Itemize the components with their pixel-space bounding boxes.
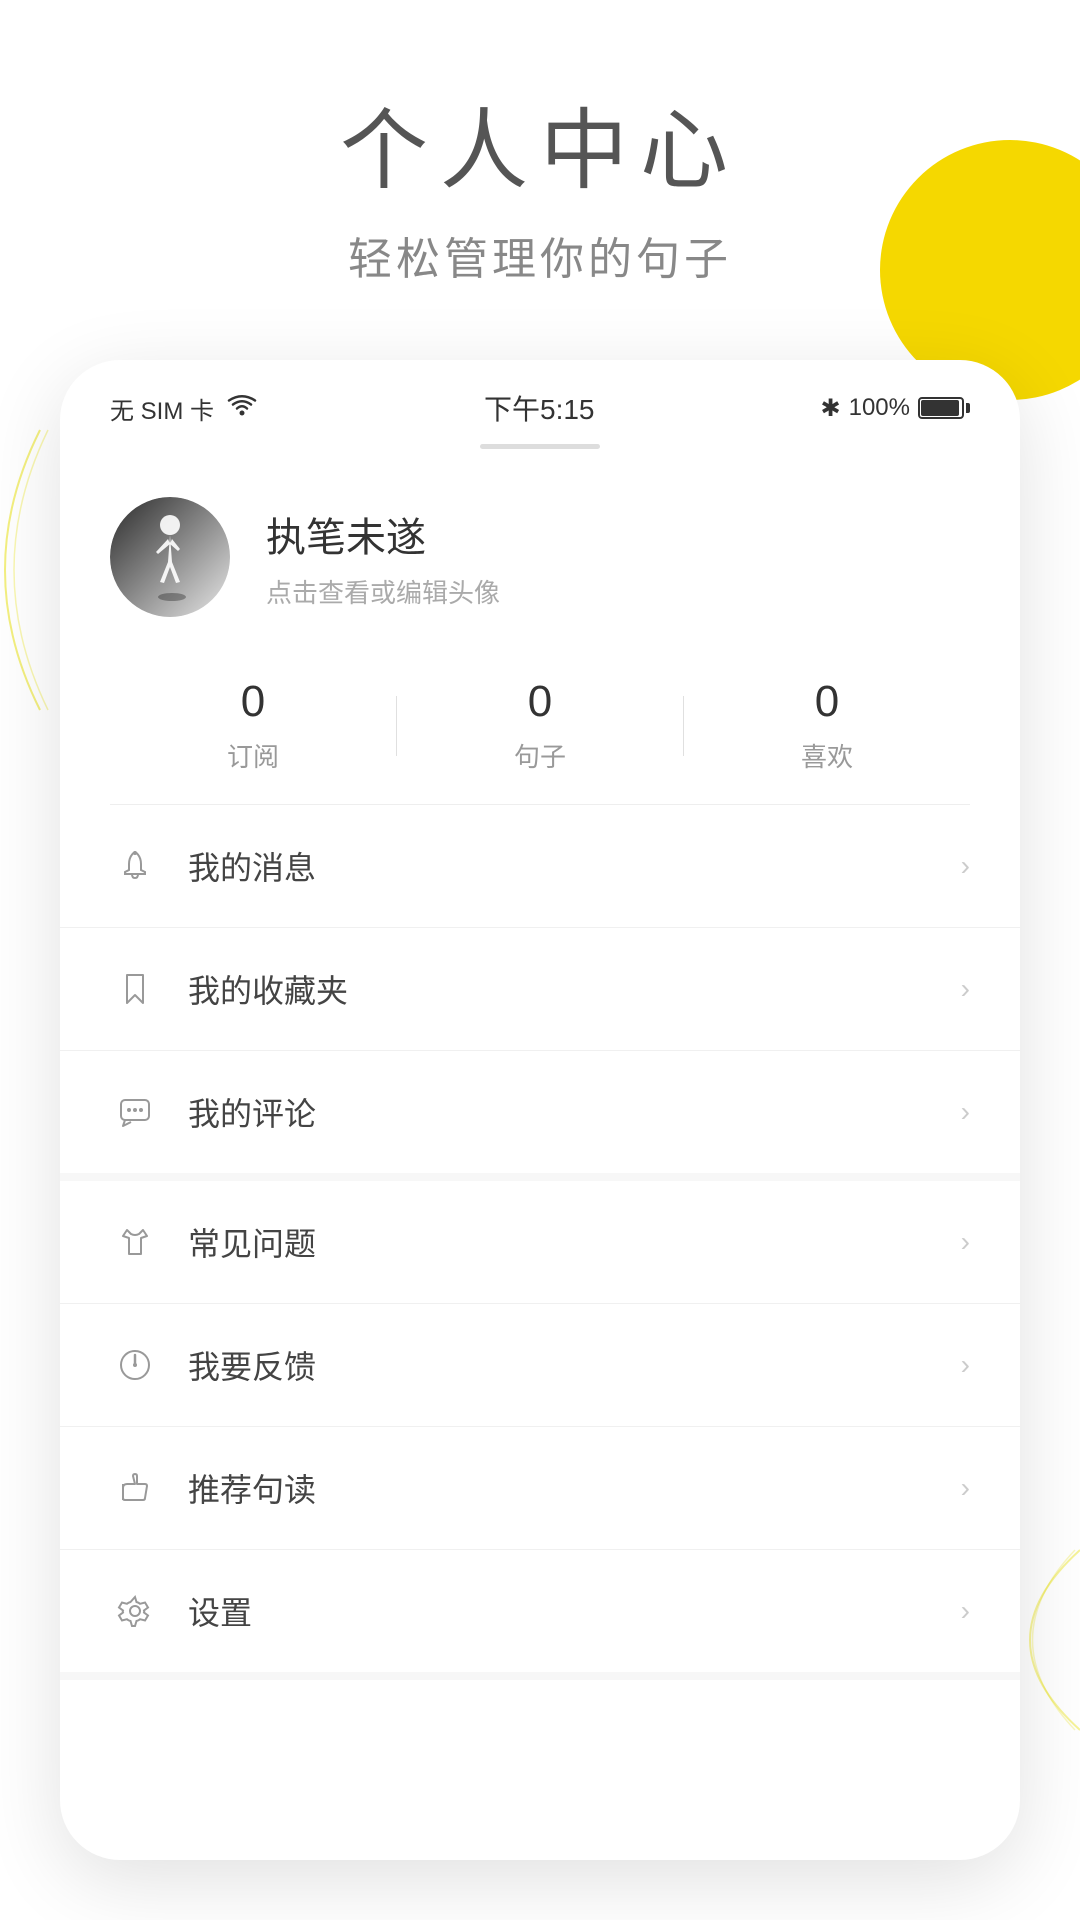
stat-likes-label: 喜欢	[801, 737, 853, 774]
wifi-icon	[226, 393, 258, 424]
stat-subscribe-value: 0	[241, 677, 265, 727]
avatar[interactable]	[110, 497, 230, 617]
stat-subscribe-label: 订阅	[227, 737, 279, 774]
battery-percentage: 100%	[849, 394, 910, 422]
battery-icon	[918, 397, 970, 419]
notch-area	[60, 444, 1020, 457]
menu-comments-arrow: ›	[961, 1096, 970, 1128]
menu-group-2: 常见问题 › 我要反馈 ›	[60, 1181, 1020, 1680]
menu-comments-label: 我的评论	[188, 1089, 961, 1135]
menu-item-favorites[interactable]: 我的收藏夹 ›	[60, 928, 1020, 1051]
sim-label: 无 SIM 卡	[110, 391, 214, 426]
help-icon	[110, 1217, 160, 1267]
menu-section: 我的消息 › 我的收藏夹 ›	[60, 805, 1020, 1680]
profile-name: 执笔未遂	[266, 505, 970, 563]
status-time: 下午5:15	[484, 388, 595, 428]
menu-item-comments[interactable]: 我的评论 ›	[60, 1051, 1020, 1173]
left-lines-decoration	[0, 420, 50, 720]
page-subtitle: 轻松管理你的句子	[0, 223, 1080, 287]
profile-hint: 点击查看或编辑头像	[266, 573, 970, 610]
status-bar: 无 SIM 卡 下午5:15 ✱ 100%	[60, 360, 1020, 444]
status-left: 无 SIM 卡	[110, 391, 258, 426]
stat-sentences[interactable]: 0 句子	[397, 677, 683, 774]
menu-favorites-arrow: ›	[961, 973, 970, 1005]
menu-item-feedback[interactable]: 我要反馈 ›	[60, 1304, 1020, 1427]
stat-likes-value: 0	[815, 677, 839, 727]
profile-info: 执笔未遂 点击查看或编辑头像	[266, 505, 970, 610]
settings-icon	[110, 1586, 160, 1636]
stat-sentences-value: 0	[528, 677, 552, 727]
menu-recommend-arrow: ›	[961, 1472, 970, 1504]
menu-settings-label: 设置	[188, 1588, 961, 1634]
page-title: 个人中心	[0, 80, 1080, 207]
menu-group-1: 我的消息 › 我的收藏夹 ›	[60, 805, 1020, 1181]
stat-subscribe[interactable]: 0 订阅	[110, 677, 396, 774]
menu-recommend-label: 推荐句读	[188, 1465, 961, 1511]
menu-settings-arrow: ›	[961, 1595, 970, 1627]
menu-feedback-label: 我要反馈	[188, 1342, 961, 1388]
bluetooth-icon: ✱	[820, 394, 840, 423]
page-header: 个人中心 轻松管理你的句子	[0, 80, 1080, 287]
feedback-icon	[110, 1340, 160, 1390]
recommend-icon	[110, 1463, 160, 1513]
comment-icon	[110, 1087, 160, 1137]
phone-mockup: 无 SIM 卡 下午5:15 ✱ 100%	[60, 360, 1020, 1860]
menu-item-recommend[interactable]: 推荐句读 ›	[60, 1427, 1020, 1550]
stat-likes[interactable]: 0 喜欢	[684, 677, 970, 774]
bell-icon	[110, 841, 160, 891]
menu-faq-label: 常见问题	[188, 1219, 961, 1265]
profile-section[interactable]: 执笔未遂 点击查看或编辑头像	[60, 457, 1020, 647]
menu-item-messages[interactable]: 我的消息 ›	[60, 805, 1020, 928]
menu-feedback-arrow: ›	[961, 1349, 970, 1381]
bookmark-icon	[110, 964, 160, 1014]
menu-messages-label: 我的消息	[188, 843, 961, 889]
menu-faq-arrow: ›	[961, 1226, 970, 1258]
stat-sentences-label: 句子	[514, 737, 566, 774]
menu-item-settings[interactable]: 设置 ›	[60, 1550, 1020, 1672]
status-right: ✱ 100%	[820, 394, 970, 423]
menu-item-faq[interactable]: 常见问题 ›	[60, 1181, 1020, 1304]
menu-messages-arrow: ›	[961, 850, 970, 882]
stats-row: 0 订阅 0 句子 0 喜欢	[110, 647, 970, 805]
notch-bar	[480, 444, 600, 449]
menu-favorites-label: 我的收藏夹	[188, 966, 961, 1012]
